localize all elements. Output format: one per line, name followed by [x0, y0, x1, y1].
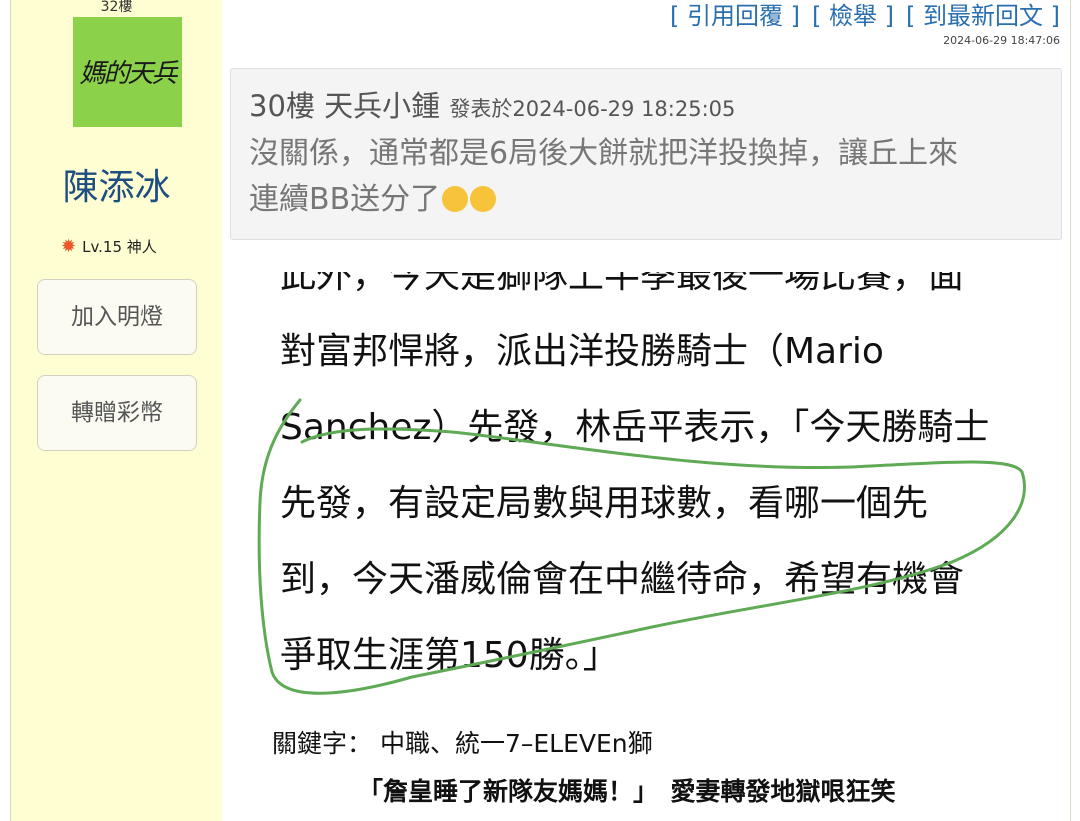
news-screenshot-image: 此外，今天是獅隊上半季最後一場比賽，面 對富邦悍將，派出洋投勝騎士（Mario …: [252, 272, 1060, 821]
quote-posted-time: 發表於2024-06-29 18:25:05: [449, 97, 736, 121]
add-lamp-button[interactable]: 加入明燈: [37, 279, 197, 355]
quote-header: 30樓 天兵小鍾 發表於2024-06-29 18:25:05: [249, 83, 735, 125]
page-left-border: [0, 0, 11, 821]
page-right-border: [1070, 0, 1080, 821]
flower-icon: ✹: [61, 236, 77, 257]
quoted-post: 30樓 天兵小鍾 發表於2024-06-29 18:25:05 沒關係，通常都是…: [230, 68, 1062, 240]
latest-reply-link[interactable]: [ 到最新回文 ]: [906, 2, 1060, 30]
quote-line-2-text: 連續BB送分了: [249, 182, 441, 217]
avatar-text: 媽的天兵: [79, 59, 177, 89]
author-sidebar: 32樓 媽的天兵 陳添冰 ✹ Lv.15 神人 加入明燈 轉贈彩幣: [11, 0, 222, 821]
post-timestamp: 2024-06-29 18:47:06: [943, 34, 1060, 47]
quote-author: 天兵小鍾: [324, 89, 441, 123]
report-link[interactable]: [ 檢舉 ]: [812, 2, 894, 30]
article-line-2: 對富邦悍將，派出洋投勝騎士（Mario: [280, 331, 884, 372]
user-level-text: Lv.15 神人: [82, 238, 157, 256]
gift-coins-button[interactable]: 轉贈彩幣: [37, 375, 197, 451]
quote-line-2: 連續BB送分了: [249, 177, 1049, 223]
article-line-1: 此外，今天是獅隊上半季最後一場比賽，面: [280, 272, 965, 296]
post-content: [ 引用回覆 ] [ 檢舉 ] [ 到最新回文 ] 2024-06-29 18:47…: [222, 0, 1070, 821]
avatar[interactable]: 媽的天兵: [73, 17, 182, 127]
post-toolbar: [ 引用回覆 ] [ 檢舉 ] [ 到最新回文 ]: [670, 0, 1060, 31]
laughing-emoji-icon: [442, 186, 469, 212]
quote-floor: 30樓: [249, 89, 315, 123]
article-line-4: 先發，有設定局數與用球數，看哪一個先: [280, 483, 929, 524]
article-keywords: 關鍵字： 中職、統一7–ELEVEn獅: [272, 729, 653, 758]
username[interactable]: 陳添冰: [11, 158, 222, 210]
article-line-6: 爭取生涯第150勝。」: [280, 635, 619, 676]
user-level: ✹ Lv.15 神人: [61, 236, 157, 257]
floor-label: 32樓: [100, 0, 133, 15]
article-line-5: 到，今天潘威倫會在中繼待命，希望有機會: [280, 559, 965, 600]
related-headline[interactable]: 「詹皇睡了新隊友媽媽！」 愛妻轉發地獄哏狂笑: [358, 772, 896, 808]
laughing-emoji-icon: [470, 186, 497, 212]
quote-body: 沒關係，通常都是6局後大餅就把洋投換掉，讓丘上來 連續BB送分了: [249, 131, 1049, 223]
article-line-3: Sanchez）先發，林岳平表示，「今天勝騎士: [280, 407, 990, 448]
quote-line-1: 沒關係，通常都是6局後大餅就把洋投換掉，讓丘上來: [249, 136, 959, 171]
quote-reply-link[interactable]: [ 引用回覆 ]: [670, 2, 800, 30]
